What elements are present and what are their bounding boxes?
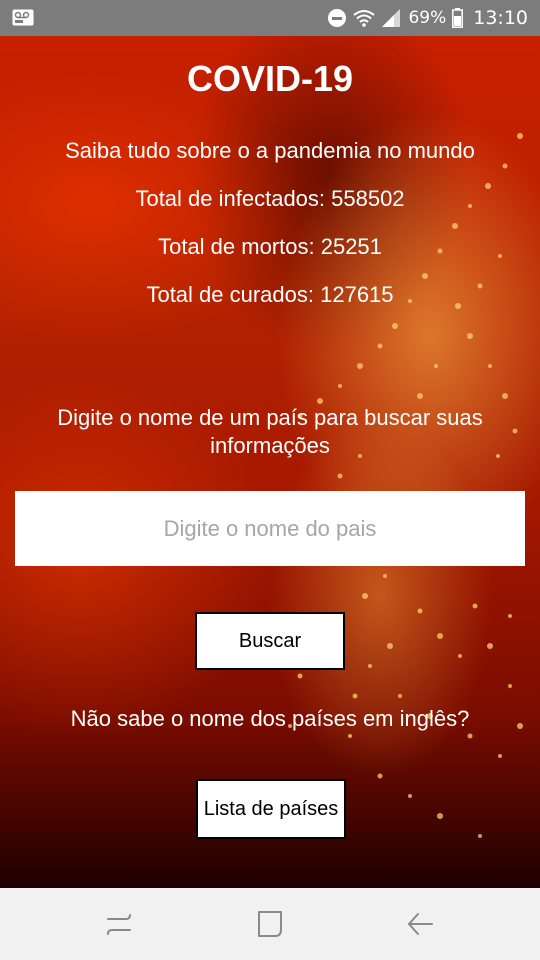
battery-percentage: 69% <box>408 8 447 28</box>
wifi-icon <box>353 10 376 27</box>
clock: 13:10 <box>473 7 528 29</box>
voicemail-icon <box>12 9 34 26</box>
recent-apps-icon[interactable] <box>99 906 139 942</box>
status-bar: 69% 13:10 <box>0 0 540 36</box>
search-button[interactable]: Buscar <box>195 612 345 670</box>
home-icon[interactable] <box>250 906 290 942</box>
battery-icon <box>452 8 464 28</box>
do-not-disturb-icon <box>328 9 347 27</box>
navigation-bar <box>0 888 540 960</box>
total-infected: Total de infectados: 558502 <box>135 186 405 211</box>
country-list-button[interactable]: Lista de países <box>196 779 346 839</box>
subtitle: Saiba tudo sobre o a pandemia no mundo <box>65 138 475 163</box>
search-prompt: Digite o nome de um país para buscar sua… <box>57 405 483 458</box>
country-names-question: Não sabe o nome dos países em inglês? <box>70 706 470 731</box>
back-icon[interactable] <box>400 906 440 942</box>
page-title: COVID-19 <box>186 58 354 99</box>
main-screen: COVID-19 Saiba tudo sobre o a pandemia n… <box>0 36 540 888</box>
total-deaths: Total de mortos: 25251 <box>158 234 382 259</box>
country-search-input[interactable] <box>15 491 525 566</box>
signal-icon <box>382 9 401 27</box>
total-cured: Total de curados: 127615 <box>146 282 394 307</box>
